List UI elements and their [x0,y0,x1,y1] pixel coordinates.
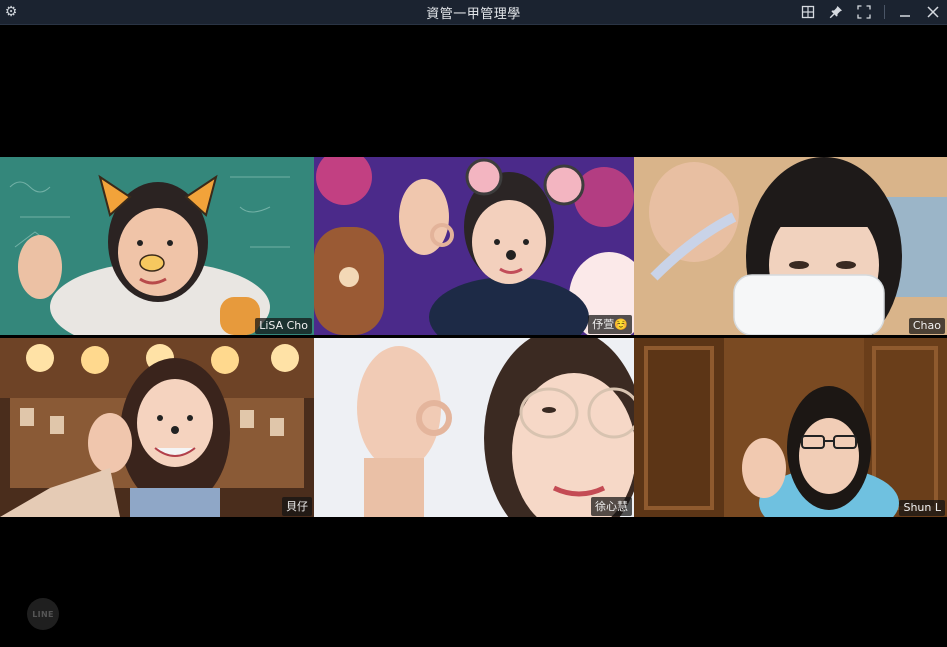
participant-name: 伃萱☺️ [588,315,632,334]
participant-video [0,338,314,517]
video-grid: LiSA Cho 伃萱☺️ Chao 貝仔 徐心慧 Shun L [0,157,947,517]
gear-icon[interactable]: ⚙ [2,3,20,21]
video-tile[interactable]: 徐心慧 [314,338,634,517]
window-controls [794,0,947,24]
minimize-icon[interactable] [894,2,916,22]
participant-video [0,157,314,335]
participant-name: Chao [908,318,945,334]
video-tile[interactable]: LiSA Cho [0,157,314,335]
video-tile[interactable]: Chao [634,157,947,335]
participant-video [314,157,634,335]
close-icon[interactable] [922,2,944,22]
video-tile[interactable]: Shun L [634,338,947,517]
participant-name: Shun L [899,500,945,516]
logo-text: LINE [32,609,54,619]
participant-name: 貝仔 [282,497,312,516]
participant-name: LiSA Cho [255,318,312,334]
participant-video [634,338,947,517]
participant-video [314,338,634,517]
title-bar: ⚙ 資管一甲管理學 [0,0,947,25]
fullscreen-icon[interactable] [853,2,875,22]
video-tile[interactable]: 伃萱☺️ [314,157,634,335]
separator [884,5,885,19]
participant-name: 徐心慧 [591,497,632,516]
participant-video [634,157,947,335]
pin-icon[interactable] [825,2,847,22]
grid-layout-icon[interactable] [797,2,819,22]
video-call-window: ⚙ 資管一甲管理學 LiSA Cho 伃萱☺️ Chao 貝仔 徐心慧 Shun… [0,0,947,647]
line-logo: LINE [27,598,59,630]
video-tile[interactable]: 貝仔 [0,338,314,517]
